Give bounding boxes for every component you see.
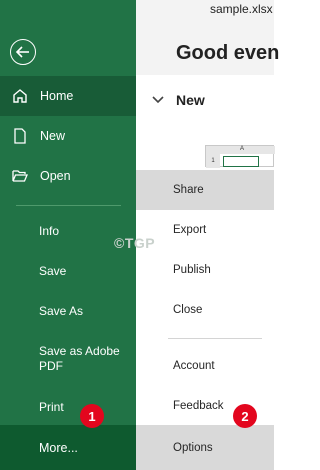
sidebar-divider bbox=[16, 205, 121, 206]
sidebar-item-more[interactable]: More... bbox=[0, 425, 136, 470]
step-badge-2: 2 bbox=[233, 404, 257, 428]
menu-item-share[interactable]: Share bbox=[136, 170, 274, 210]
back-arrow-icon bbox=[15, 46, 29, 58]
sidebar-item-label: Home bbox=[40, 89, 74, 103]
sidebar-item-save[interactable]: Save bbox=[39, 264, 66, 279]
menu-divider bbox=[168, 338, 262, 339]
watermark: ©TGP bbox=[114, 235, 156, 251]
new-file-icon bbox=[0, 128, 40, 144]
home-icon bbox=[0, 88, 40, 104]
folder-open-icon bbox=[0, 169, 40, 183]
sidebar-item-open[interactable]: Open bbox=[0, 156, 136, 196]
sidebar-item-label: New bbox=[40, 129, 66, 143]
file-title: sample.xlsx bbox=[210, 2, 273, 16]
menu-item-options[interactable]: Options bbox=[136, 425, 274, 470]
new-section-label: New bbox=[176, 92, 205, 108]
sidebar-item-print[interactable]: Print bbox=[39, 400, 64, 415]
column-header: A bbox=[240, 146, 245, 152]
selected-cell bbox=[223, 156, 259, 167]
menu-item-close[interactable]: Close bbox=[136, 290, 274, 330]
blank-workbook-thumbnail[interactable]: A 1 bbox=[205, 145, 275, 168]
step-badge-1: 1 bbox=[80, 404, 104, 428]
chevron-down-icon bbox=[152, 96, 164, 104]
greeting-heading: Good even bbox=[176, 42, 280, 64]
sidebar-item-info[interactable]: Info bbox=[39, 224, 59, 239]
sidebar-item-home[interactable]: Home bbox=[0, 76, 136, 116]
sidebar-item-new[interactable]: New bbox=[0, 116, 136, 156]
new-section-header[interactable]: New bbox=[152, 92, 205, 108]
back-button[interactable] bbox=[10, 39, 36, 65]
menu-item-account[interactable]: Account bbox=[136, 346, 274, 386]
sidebar-item-save-as-adobe-pdf[interactable]: Save as Adobe PDF bbox=[39, 344, 124, 374]
row-header: 1 bbox=[206, 154, 220, 168]
menu-item-publish[interactable]: Publish bbox=[136, 250, 274, 290]
sidebar-item-save-as[interactable]: Save As bbox=[39, 304, 83, 319]
sidebar-item-label: More... bbox=[39, 440, 78, 455]
sidebar-item-label: Open bbox=[40, 169, 71, 183]
menu-item-export[interactable]: Export bbox=[136, 210, 274, 250]
